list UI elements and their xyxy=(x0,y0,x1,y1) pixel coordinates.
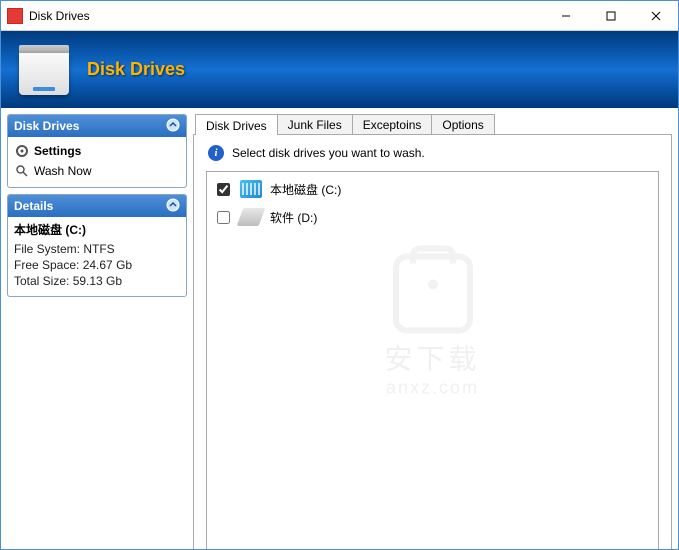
tab-disk-drives[interactable]: Disk Drives xyxy=(195,114,278,135)
tab-options[interactable]: Options xyxy=(431,114,494,134)
watermark: 安下载 anxz.com xyxy=(384,253,480,398)
banner-title: Disk Drives xyxy=(87,59,185,80)
details-fs: File System: NTFS xyxy=(14,242,180,256)
tab-junk-files[interactable]: Junk Files xyxy=(277,114,353,134)
panel-body: Settings Wash Now xyxy=(8,137,186,187)
collapse-icon xyxy=(166,198,180,215)
drive-row-c[interactable]: 本地磁盘 (C:) xyxy=(217,180,648,198)
search-icon xyxy=(14,163,30,179)
panel-title: Details xyxy=(14,199,53,213)
window-title: Disk Drives xyxy=(29,9,543,23)
panel-details: Details 本地磁盘 (C:) File System: NTFS Free… xyxy=(7,194,187,297)
sidebar-item-label: Wash Now xyxy=(34,164,92,178)
panel-header-details[interactable]: Details xyxy=(8,195,186,217)
sidebar-item-wash-now[interactable]: Wash Now xyxy=(14,161,180,181)
removable-drive-icon xyxy=(237,208,266,226)
app-icon xyxy=(7,8,23,24)
watermark-lock-icon xyxy=(392,253,472,333)
panel-title: Disk Drives xyxy=(14,119,79,133)
info-icon: i xyxy=(208,145,224,161)
content-area: Disk Drives Settings xyxy=(1,108,678,549)
minimize-button[interactable] xyxy=(543,1,588,30)
disk-drive-icon xyxy=(19,45,69,95)
panel-body: 本地磁盘 (C:) File System: NTFS Free Space: … xyxy=(8,217,186,296)
details-free: Free Space: 24.67 Gb xyxy=(14,258,180,272)
details-drive-name: 本地磁盘 (C:) xyxy=(14,221,180,238)
watermark-en: anxz.com xyxy=(384,377,480,398)
drive-list: 本地磁盘 (C:) 软件 (D:) 安下载 anxz.com xyxy=(206,171,659,549)
windows-drive-icon xyxy=(240,180,262,198)
main-panel: Disk Drives Junk Files Exceptoins Option… xyxy=(193,114,672,543)
drive-label: 软件 (D:) xyxy=(270,209,317,226)
sidebar: Disk Drives Settings xyxy=(7,114,187,543)
sidebar-item-settings[interactable]: Settings xyxy=(14,141,180,161)
tab-strip: Disk Drives Junk Files Exceptoins Option… xyxy=(193,114,672,134)
panel-header-disk-drives[interactable]: Disk Drives xyxy=(8,115,186,137)
collapse-icon xyxy=(166,118,180,135)
gear-icon xyxy=(14,143,30,159)
header-banner: Disk Drives xyxy=(1,31,678,108)
hint-row: i Select disk drives you want to wash. xyxy=(208,145,659,161)
panel-disk-drives: Disk Drives Settings xyxy=(7,114,187,188)
drive-checkbox[interactable] xyxy=(217,183,230,196)
tab-page: i Select disk drives you want to wash. 本… xyxy=(193,134,672,549)
drive-checkbox[interactable] xyxy=(217,211,230,224)
drive-label: 本地磁盘 (C:) xyxy=(270,181,341,198)
sidebar-item-label: Settings xyxy=(34,144,81,158)
watermark-cn: 安下载 xyxy=(384,337,480,377)
window-controls xyxy=(543,1,678,30)
titlebar: Disk Drives xyxy=(1,1,678,31)
app-window: Disk Drives Disk Drives Disk Drives xyxy=(0,0,679,550)
drive-row-d[interactable]: 软件 (D:) xyxy=(217,208,648,226)
close-button[interactable] xyxy=(633,1,678,30)
hint-text: Select disk drives you want to wash. xyxy=(232,146,425,160)
maximize-button[interactable] xyxy=(588,1,633,30)
details-total: Total Size: 59.13 Gb xyxy=(14,274,180,288)
tab-exceptions[interactable]: Exceptoins xyxy=(352,114,433,134)
